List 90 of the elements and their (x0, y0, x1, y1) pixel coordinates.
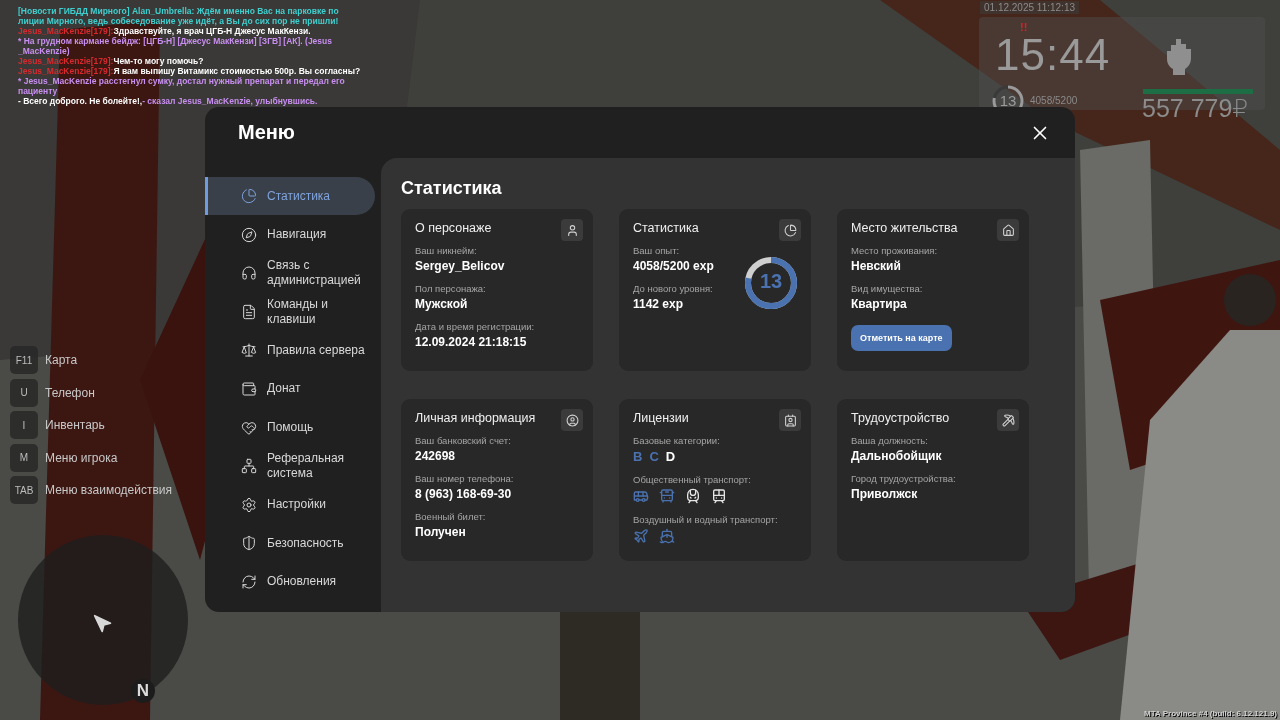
level-number: 13 (998, 92, 1018, 109)
network-icon (241, 458, 257, 475)
field-value: Получен (415, 525, 467, 539)
field-label: Воздушный и водный транспорт: (633, 514, 779, 525)
chat-line: [Новости ГИБДД Мирного] Alan_Umbrella: Ждём именно Вас на парковке по (18, 6, 340, 16)
hotkey-label: Карта (45, 353, 78, 367)
level-number: 13 (758, 270, 784, 293)
scales-icon (241, 342, 257, 359)
chat-line: пациенту (18, 86, 59, 96)
heart-handshake-icon (241, 419, 257, 436)
settings-icon (241, 496, 257, 513)
sidebar-item[interactable]: Помощь (205, 408, 375, 447)
field-label: Ваш никнейм: (415, 245, 478, 256)
chat-line: лиции Мирного, ведь собеседование уже идёт, а Вы до сих пор не пришли! (18, 16, 340, 26)
document-icon (241, 303, 257, 320)
field-label: Дата и время регистрации: (415, 321, 536, 332)
sidebar-item[interactable]: Обновления (205, 562, 375, 601)
field-value: Sergey_Belicov (415, 259, 506, 273)
field-value: 242698 (415, 449, 457, 463)
sidebar-item[interactable]: Настройки (205, 485, 375, 524)
card-title: Личная информация (415, 411, 536, 425)
field-label: Вид имущества: (851, 283, 924, 294)
field-value: 4058/5200 exp (633, 259, 715, 273)
key-cap: TAB (10, 476, 38, 504)
license-category: D (665, 449, 676, 464)
field-value: Приволжск (851, 487, 919, 501)
chat-line: Jesus_MacKenzie[179]:Я вам выпишу Витамикс стоимостью 500р. Вы согласны? (18, 66, 361, 76)
alert-mark: !! (1020, 21, 1028, 33)
key-cap: I (10, 411, 38, 439)
field-value: Квартира (851, 297, 908, 311)
hotkey-label: Меню игрока (45, 450, 118, 465)
license-category: C (649, 449, 659, 464)
headset-icon (241, 265, 257, 282)
field-label: Ваш банковский счет: (415, 435, 512, 446)
build-info: MTA Province #4 (build: 6.12.121.9) (1144, 709, 1277, 718)
hotkey-label: Меню взаимодействия (45, 483, 172, 497)
menu-title: Меню (238, 121, 295, 144)
field-value: 8 (963) 168-69-30 (415, 487, 513, 501)
chat-line: - Всего доброго. Не болейте!,- сказал Jesus_MacKenzie, улыбнувшись. (18, 96, 319, 106)
player-arrow-icon (93, 614, 113, 634)
chat-line: Jesus_MacKenzie[179]:Чем-то могу помочь? (18, 56, 205, 66)
chat-line: Jesus_MacKenzie[179]:Здравствуйте, я врач ЦГБ-Н Джесус МакКензи. (18, 26, 312, 36)
mark-on-map-button[interactable]: Отметить на карте (851, 325, 952, 351)
field-label: Ваш номер телефона: (415, 473, 515, 484)
field-label: Ваш опыт: (633, 245, 681, 256)
sidebar-item[interactable]: Правила сервера (205, 331, 375, 370)
field-label: Пол персонажа: (415, 283, 487, 294)
license-category: B (633, 449, 643, 464)
sidebar-item[interactable]: Реферальная система (205, 447, 375, 486)
field-value: Дальнобойщик (851, 449, 943, 463)
field-value: Невский (851, 259, 902, 273)
chat-line: _MacKenzie) (18, 46, 71, 56)
sidebar-item[interactable]: Связь с администрацией (205, 254, 375, 293)
chat-line: * Jesus_MacKenzie расстегнул сумку, достал нужный препарат и передал его (18, 76, 346, 86)
pie-chart-icon (241, 188, 257, 204)
sidebar-item[interactable]: Донат (205, 369, 375, 408)
card-title: О персонаже (415, 221, 492, 235)
field-label: Ваша должность: (851, 435, 929, 446)
key-cap: F11 (10, 346, 38, 374)
field-label: Военный билет: (415, 511, 487, 522)
card-title: Место жительства (851, 221, 958, 235)
hotkey-label: Инвентарь (45, 418, 105, 432)
card-title: Статистика (633, 221, 699, 235)
field-value: Мужской (415, 297, 469, 311)
field-label: Город трудоустройства: (851, 473, 957, 484)
field-value: 12.09.2024 21:18:15 (415, 335, 528, 349)
card-title: Трудоустройство (851, 411, 950, 425)
field-label: Базовые категории: (633, 435, 721, 446)
chat-line: * На грудном кармане бейдж: [ЦГБ-Н] [Джесус МакКензи] [ЗГВ] [АК]. (Jesus (18, 36, 333, 46)
sidebar-item[interactable]: Команды и клавиши (205, 292, 375, 331)
card-title: Лицензии (633, 411, 689, 425)
shield-icon (241, 535, 257, 552)
clock-label: 15:44 (995, 30, 1111, 80)
hotkey-label: Телефон (45, 385, 95, 400)
sidebar-item[interactable]: Навигация (205, 215, 375, 254)
refresh-icon (241, 573, 257, 590)
field-label: Место проживания: (851, 245, 939, 256)
key-cap: U (10, 378, 38, 407)
money-label: 557 779₽ (1142, 94, 1249, 123)
field-value: 1142 exp (633, 297, 685, 311)
experience-label: 4058/5200 (1030, 95, 1078, 106)
key-cap: M (10, 443, 38, 472)
field-label: До нового уровня: (633, 283, 714, 294)
wallet-icon (241, 380, 257, 397)
date-time-label: 01.12.2025 11:12:13 (980, 1, 1079, 14)
sidebar-item[interactable]: Безопасность (205, 524, 375, 563)
sidebar-item[interactable]: Статистика (205, 177, 375, 215)
section-title: Статистика (401, 178, 503, 199)
compass-icon (241, 226, 257, 243)
field-label: Общественный транспорт: (633, 474, 752, 485)
